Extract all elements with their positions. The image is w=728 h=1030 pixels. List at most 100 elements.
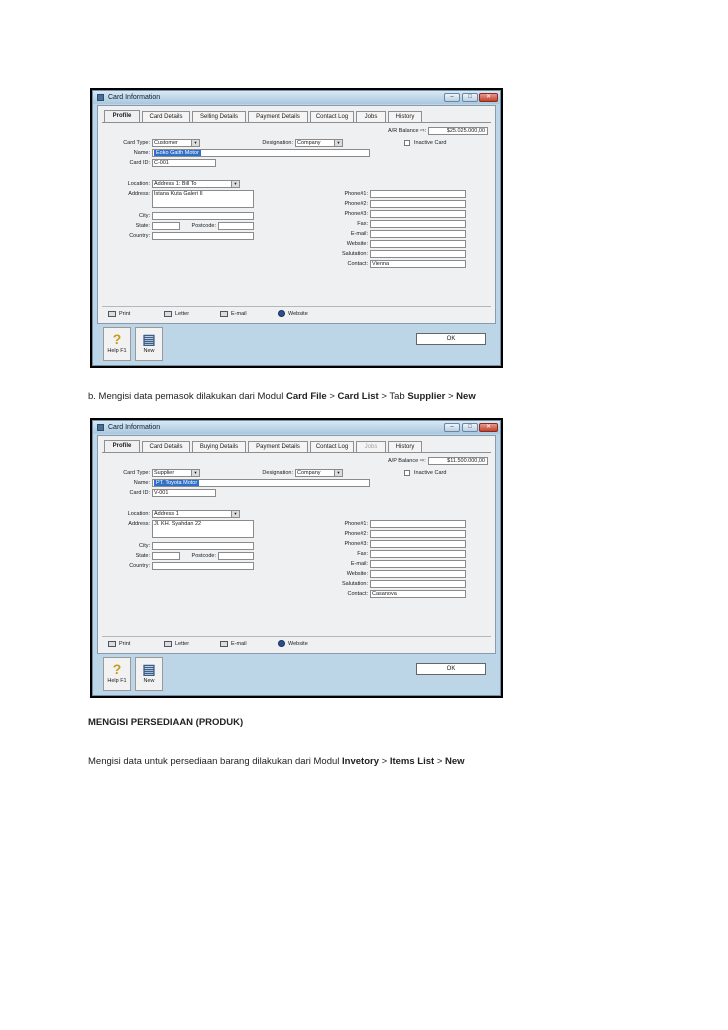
envelope-icon bbox=[220, 640, 228, 647]
card-id-input[interactable]: V-001 bbox=[152, 489, 216, 497]
postcode-input[interactable] bbox=[218, 222, 254, 230]
minimize-icon[interactable]: – bbox=[444, 93, 460, 102]
print-button[interactable]: Print bbox=[108, 640, 130, 648]
close-icon[interactable]: ✕ bbox=[479, 93, 498, 102]
tab-profile[interactable]: Profile bbox=[104, 110, 140, 122]
phone-label: Website: bbox=[346, 571, 368, 577]
title-bar[interactable]: Card Information – □ ✕ bbox=[93, 421, 500, 434]
email-button[interactable]: E-mail bbox=[220, 310, 247, 318]
card-type-select[interactable]: Customer ▼ bbox=[152, 139, 200, 147]
phone-label: E-mail: bbox=[350, 561, 368, 567]
minimize-icon[interactable]: – bbox=[444, 423, 460, 432]
profile-panel: Profile Card Details Selling Details Paymen… bbox=[97, 105, 496, 324]
phone-input[interactable] bbox=[370, 580, 466, 588]
ok-button[interactable]: OK bbox=[416, 333, 486, 345]
letter-button[interactable]: Letter bbox=[164, 640, 189, 648]
phone-label: Phone#2: bbox=[344, 531, 368, 537]
maximize-icon[interactable]: □ bbox=[462, 93, 478, 102]
phone-input[interactable] bbox=[370, 240, 466, 248]
address-input[interactable]: Jl. KH. Syahdan 22 bbox=[152, 520, 254, 538]
phone-input[interactable] bbox=[370, 250, 466, 258]
website-button[interactable]: Website bbox=[278, 310, 308, 318]
designation-select[interactable]: Company ▼ bbox=[295, 139, 343, 147]
phone-input[interactable] bbox=[370, 550, 466, 558]
close-icon[interactable]: ✕ bbox=[479, 423, 498, 432]
postcode-input[interactable] bbox=[218, 552, 254, 560]
state-label: State: bbox=[135, 553, 150, 559]
phone-label: Contact: bbox=[347, 261, 368, 267]
email-button[interactable]: E-mail bbox=[220, 640, 247, 648]
country-input[interactable] bbox=[152, 232, 254, 240]
letter-button[interactable]: Letter bbox=[164, 310, 189, 318]
button-label: Print bbox=[119, 311, 131, 317]
tab-payment-details[interactable]: Payment Details bbox=[248, 441, 308, 452]
country-input[interactable] bbox=[152, 562, 254, 570]
print-button[interactable]: Print bbox=[108, 310, 130, 318]
website-button[interactable]: Website bbox=[278, 640, 308, 648]
phone-label: Phone#2: bbox=[344, 201, 368, 207]
phone-label: Fax: bbox=[357, 551, 368, 557]
tab-history[interactable]: History bbox=[388, 441, 422, 452]
name-input[interactable]: Eoko Gaith Motor bbox=[152, 149, 370, 157]
printer-icon bbox=[108, 310, 116, 317]
inactive-card-checkbox[interactable] bbox=[404, 470, 410, 476]
tab-payment-details[interactable]: Payment Details bbox=[248, 111, 308, 122]
phone-label: E-mail: bbox=[350, 231, 368, 237]
card-information-window: Card Information – □ ✕ Profile Card Detai… bbox=[92, 90, 501, 366]
phone-input[interactable] bbox=[370, 210, 466, 218]
window-title: Card Information bbox=[108, 424, 161, 431]
globe-icon bbox=[278, 640, 285, 648]
postcode-label: Postcode: bbox=[191, 223, 216, 229]
tab-card-details[interactable]: Card Details bbox=[142, 111, 190, 122]
designation-select[interactable]: Company ▼ bbox=[295, 469, 343, 477]
new-card-icon: ▤ bbox=[142, 331, 156, 347]
app-icon bbox=[97, 94, 104, 101]
tab-history[interactable]: History bbox=[388, 111, 422, 122]
address-input[interactable]: Istana Kuta Galeri II bbox=[152, 190, 254, 208]
tab-jobs[interactable]: Jobs bbox=[356, 111, 386, 122]
phone-input[interactable] bbox=[370, 540, 466, 548]
phone-input[interactable] bbox=[370, 520, 466, 528]
title-bar[interactable]: Card Information – □ ✕ bbox=[93, 91, 500, 104]
phone-label: Phone#1: bbox=[344, 521, 368, 527]
tab-profile[interactable]: Profile bbox=[104, 440, 140, 452]
help-button[interactable]: ? Help F1 bbox=[103, 657, 131, 691]
phone-input[interactable] bbox=[370, 230, 466, 238]
tab-contact-log[interactable]: Contact Log bbox=[310, 111, 354, 122]
ok-button[interactable]: OK bbox=[416, 663, 486, 675]
state-input[interactable] bbox=[152, 222, 180, 230]
location-select[interactable]: Address 1 ▼ bbox=[152, 510, 240, 518]
supplier-caption: b. Mengisi data pemasok dilakukan dari M… bbox=[88, 391, 476, 402]
city-input[interactable] bbox=[152, 212, 254, 220]
card-id-input[interactable]: C-001 bbox=[152, 159, 216, 167]
tab-jobs[interactable]: Jobs bbox=[356, 441, 386, 452]
card-type-select[interactable]: Supplier ▼ bbox=[152, 469, 200, 477]
name-input[interactable]: PT. Toyota Motor bbox=[152, 479, 370, 487]
inactive-card-checkbox[interactable] bbox=[404, 140, 410, 146]
customer-card-screenshot: Card Information – □ ✕ Profile Card Detai… bbox=[90, 88, 503, 368]
phone-input[interactable] bbox=[370, 220, 466, 228]
new-button[interactable]: ▤ New bbox=[135, 327, 163, 361]
tab-card-details[interactable]: Card Details bbox=[142, 441, 190, 452]
contact-input[interactable]: Vienna bbox=[370, 260, 466, 268]
state-input[interactable] bbox=[152, 552, 180, 560]
country-label: Country: bbox=[129, 563, 150, 569]
maximize-icon[interactable]: □ bbox=[462, 423, 478, 432]
tab-contact-log[interactable]: Contact Log bbox=[310, 441, 354, 452]
help-button[interactable]: ? Help F1 bbox=[103, 327, 131, 361]
phone-input[interactable] bbox=[370, 560, 466, 568]
new-button[interactable]: ▤ New bbox=[135, 657, 163, 691]
inventory-caption: Mengisi data untuk persediaan barang dil… bbox=[88, 756, 465, 767]
tab-selling-details[interactable]: Selling Details bbox=[192, 111, 246, 122]
contact-input[interactable]: Casanova bbox=[370, 590, 466, 598]
question-mark-icon: ? bbox=[112, 661, 122, 677]
phone-input[interactable] bbox=[370, 530, 466, 538]
city-input[interactable] bbox=[152, 542, 254, 550]
phone-input[interactable] bbox=[370, 200, 466, 208]
inactive-card-label: Inactive Card bbox=[414, 140, 447, 146]
location-select[interactable]: Address 1: Bill To ▼ bbox=[152, 180, 240, 188]
phone-input[interactable] bbox=[370, 570, 466, 578]
phone-label: Fax: bbox=[357, 221, 368, 227]
tab-buying-details[interactable]: Buying Details bbox=[192, 441, 246, 452]
phone-input[interactable] bbox=[370, 190, 466, 198]
